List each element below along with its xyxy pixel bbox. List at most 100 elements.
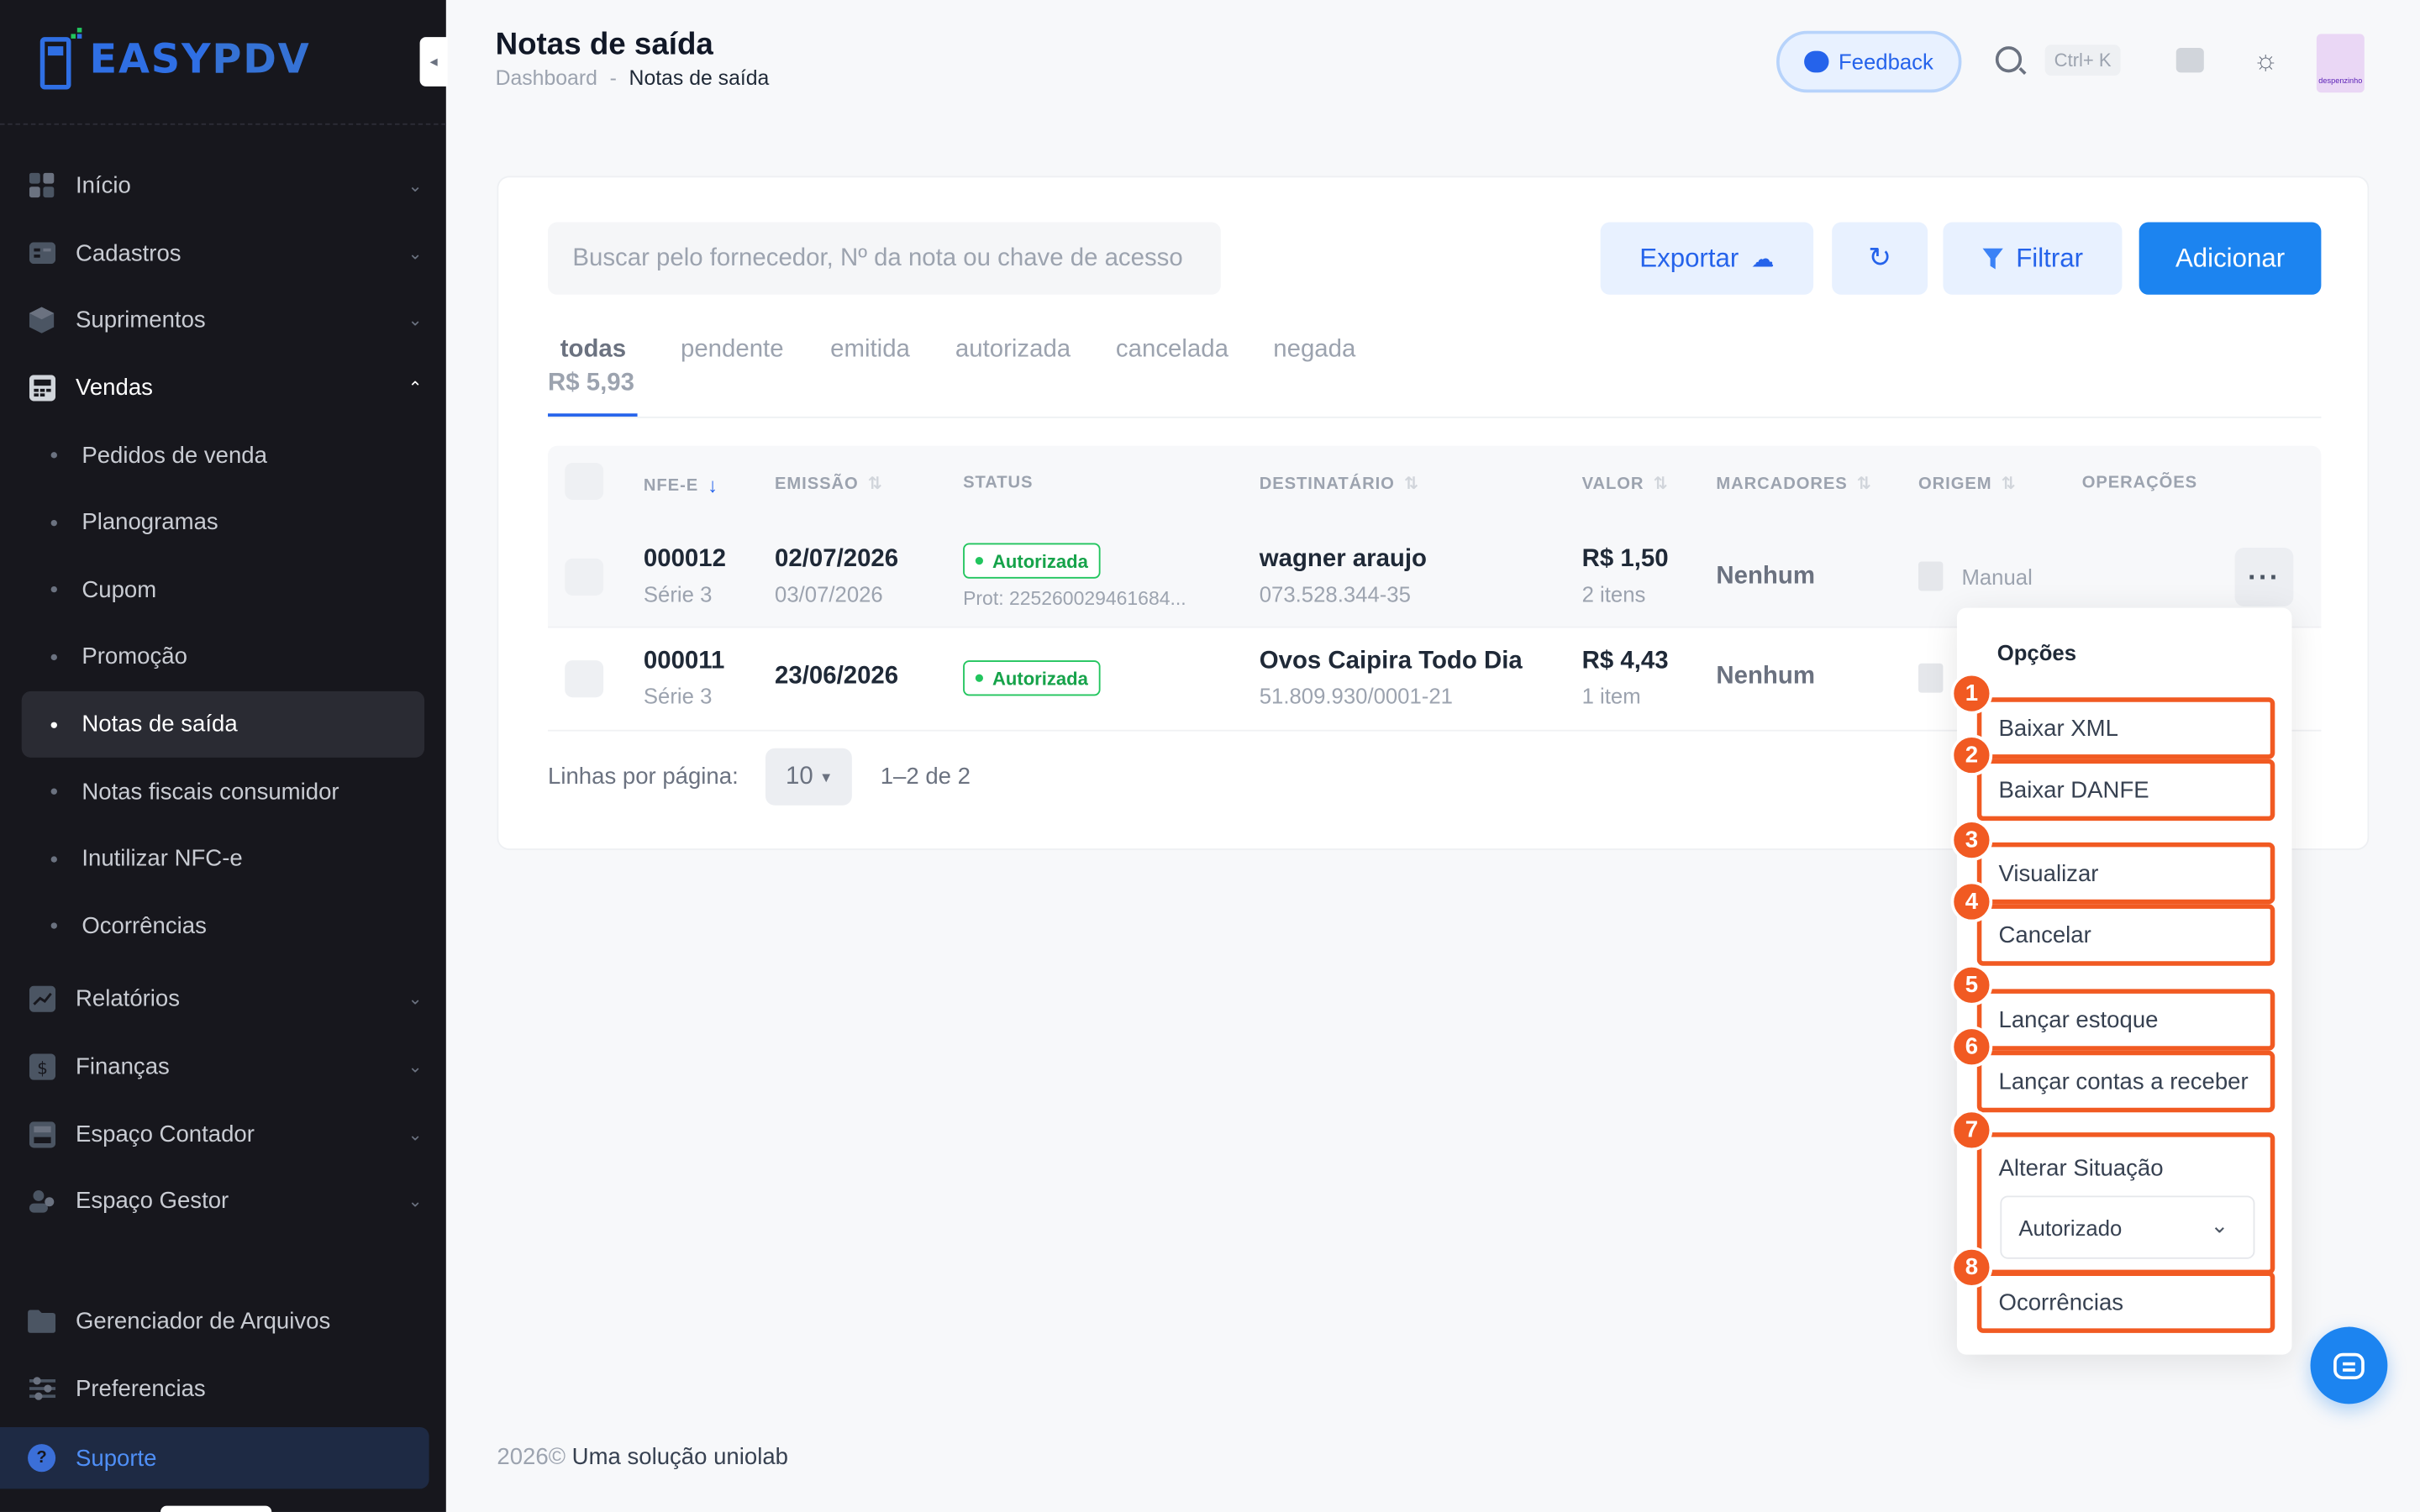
- menu-title: Opções: [1996, 640, 2077, 665]
- itens-count: 2 itens: [1581, 581, 1646, 606]
- col-label: NFE-E: [643, 475, 699, 495]
- col-origem[interactable]: ORIGEM ⇅: [1918, 474, 2016, 494]
- menu-item-label: Alterar Situação: [1998, 1155, 2164, 1182]
- menu-item-lancar-estoque[interactable]: Lançar estoque: [1976, 989, 2275, 1051]
- chat-bubble-icon: [1804, 50, 1829, 73]
- situation-select[interactable]: Autorizado ⌄: [2000, 1195, 2255, 1259]
- sidebar-subitem-cupom[interactable]: Cupom: [22, 556, 424, 623]
- col-label: OPERAÇÕES: [2081, 473, 2198, 492]
- sidebar-subitem-label: Promoção: [82, 643, 187, 670]
- export-button[interactable]: Exportar ☁: [1600, 222, 1814, 295]
- chart-icon: [28, 986, 55, 1014]
- chat-support-button[interactable]: [2310, 1326, 2388, 1404]
- logo[interactable]: EASYPDV: [37, 28, 310, 92]
- sort-icon: ⇅: [2001, 475, 2017, 494]
- menu-item-label: Lançar estoque: [1998, 1006, 2159, 1033]
- filter-button[interactable]: Filtrar: [1943, 222, 2123, 295]
- add-button[interactable]: Adicionar: [2139, 222, 2322, 295]
- caret-down-icon: ▼: [819, 769, 834, 785]
- menu-item-cancelar[interactable]: Cancelar: [1976, 904, 2275, 966]
- sidebar-item-inicio[interactable]: Início ⌄: [0, 153, 446, 220]
- col-label: ORIGEM: [1918, 474, 1992, 493]
- breadcrumb-current: Notas de saída: [629, 66, 770, 90]
- search-input[interactable]: [548, 222, 1221, 295]
- row-checkbox[interactable]: [565, 558, 604, 596]
- tab-autorizada[interactable]: autorizada: [955, 336, 1071, 364]
- emissao-date-secondary: 03/07/2026: [775, 581, 883, 606]
- select-all-checkbox[interactable]: [565, 463, 604, 501]
- nfe-serie: Série 3: [643, 581, 713, 606]
- col-marcadores[interactable]: MARCADORES ⇅: [1716, 474, 1871, 494]
- sidebar-item-cadastros[interactable]: Cadastros ⌄: [0, 220, 446, 287]
- sidebar-item-preferencias[interactable]: Preferencias: [0, 1356, 446, 1423]
- row-checkbox[interactable]: [565, 660, 604, 698]
- sidebar-item-vendas[interactable]: Vendas ⌃: [0, 354, 446, 422]
- chevron-up-icon: ⌃: [408, 379, 423, 399]
- breadcrumb-dashboard[interactable]: Dashboard: [496, 66, 597, 90]
- tab-todas[interactable]: todas: [560, 336, 626, 364]
- row-actions-button[interactable]: ···: [2234, 548, 2294, 606]
- register-icon: [28, 375, 55, 402]
- sidebar-item-espaco-contador[interactable]: Espaço Contador ⌄: [0, 1100, 446, 1168]
- menu-item-baixar-xml[interactable]: Baixar XML: [1976, 697, 2275, 759]
- sidebar-item-suprimentos[interactable]: Suprimentos ⌄: [0, 287, 446, 354]
- tab-negada[interactable]: negada: [1273, 336, 1355, 364]
- sidebar-subitem-label: Planogramas: [82, 509, 218, 536]
- col-valor[interactable]: VALOR ⇅: [1582, 474, 1669, 494]
- sidebar-subitem-ocorrencias[interactable]: Ocorrências: [22, 893, 424, 960]
- sidebar-subitem-notas-de-saida[interactable]: Notas de saída: [21, 690, 425, 759]
- sun-icon[interactable]: ☼: [2252, 44, 2280, 75]
- filter-label: Filtrar: [2016, 243, 2084, 273]
- sidebar-subitem-nfc[interactable]: Notas fiscais consumidor: [22, 758, 424, 825]
- collapse-sidebar-button[interactable]: ◂: [419, 37, 448, 87]
- message-icon[interactable]: [2175, 47, 2204, 73]
- bullet: [50, 586, 57, 593]
- sidebar-subitem-label: Ocorrências: [82, 913, 207, 940]
- menu-item-ocorrencias[interactable]: Ocorrências: [1976, 1271, 2275, 1333]
- col-destinatario[interactable]: DESTINATÁRIO ⇅: [1260, 474, 1419, 494]
- avatar[interactable]: despenzinho: [2316, 34, 2365, 93]
- tab-emitida[interactable]: emitida: [830, 336, 910, 364]
- menu-item-baixar-danfe[interactable]: Baixar DANFE: [1976, 759, 2275, 822]
- sidebar-item-label: Suporte: [75, 1445, 157, 1472]
- nfe-number[interactable]: 000011: [644, 648, 724, 675]
- annotation-badge: 7: [1950, 1109, 1993, 1152]
- grid-icon: [28, 172, 55, 200]
- sidebar-subitem-planogramas[interactable]: Planogramas: [22, 489, 424, 556]
- tab-pendente[interactable]: pendente: [681, 336, 784, 364]
- sidebar-subitem-inutilizar[interactable]: Inutilizar NFC-e: [22, 826, 424, 893]
- refresh-button[interactable]: ↻: [1832, 222, 1928, 295]
- nfe-number[interactable]: 000012: [644, 546, 726, 574]
- menu-item-label: Ocorrências: [1998, 1289, 2124, 1315]
- sidebar-item-gerenciador-arquivos[interactable]: Gerenciador de Arquivos: [0, 1289, 446, 1356]
- scrollbar-thumb[interactable]: [160, 1505, 272, 1512]
- sidebar-item-relatorios[interactable]: Relatórios ⌄: [0, 966, 446, 1033]
- tab-cancelada[interactable]: cancelada: [1116, 336, 1228, 364]
- feedback-button[interactable]: Feedback: [1776, 30, 1962, 93]
- valor: R$ 1,50: [1581, 546, 1669, 573]
- menu-item-lancar-contas[interactable]: Lançar contas a receber: [1976, 1050, 2275, 1113]
- itens-count: 1 item: [1581, 683, 1641, 709]
- annotation-badge: 8: [1950, 1247, 1993, 1289]
- sidebar-item-financas[interactable]: $ Finanças ⌄: [0, 1033, 446, 1100]
- search-icon[interactable]: [1995, 46, 2023, 73]
- col-nfe[interactable]: NFE-E ↓: [644, 474, 718, 497]
- col-status: STATUS: [963, 474, 1033, 492]
- chevron-down-icon: ⌄: [408, 244, 423, 264]
- sidebar-item-label: Gerenciador de Arquivos: [75, 1309, 331, 1336]
- footer-text[interactable]: Uma solução uniolab: [572, 1444, 788, 1470]
- menu-item-visualizar[interactable]: Visualizar: [1976, 842, 2275, 905]
- protocol-text: Prot: 225260029461684...: [963, 587, 1186, 610]
- sidebar-subitem-pedidos[interactable]: Pedidos de venda: [22, 422, 424, 489]
- chevron-down-icon: ⌄: [408, 990, 423, 1010]
- sidebar-subitem-promocao[interactable]: Promoção: [22, 623, 424, 690]
- status-badge: Autorizada: [963, 543, 1101, 579]
- sidebar-item-suporte[interactable]: ? Suporte: [0, 1426, 429, 1489]
- col-emissao[interactable]: EMISSÃO ⇅: [775, 474, 882, 494]
- page-title: Notas de saída: [495, 28, 713, 62]
- bullet: [50, 922, 57, 930]
- rows-per-page-select[interactable]: 10 ▼: [765, 748, 853, 806]
- sidebar-item-label: Espaço Contador: [75, 1121, 255, 1147]
- sidebar-item-espaco-gestor[interactable]: Espaço Gestor ⌄: [0, 1168, 446, 1235]
- status-dot: [975, 557, 983, 565]
